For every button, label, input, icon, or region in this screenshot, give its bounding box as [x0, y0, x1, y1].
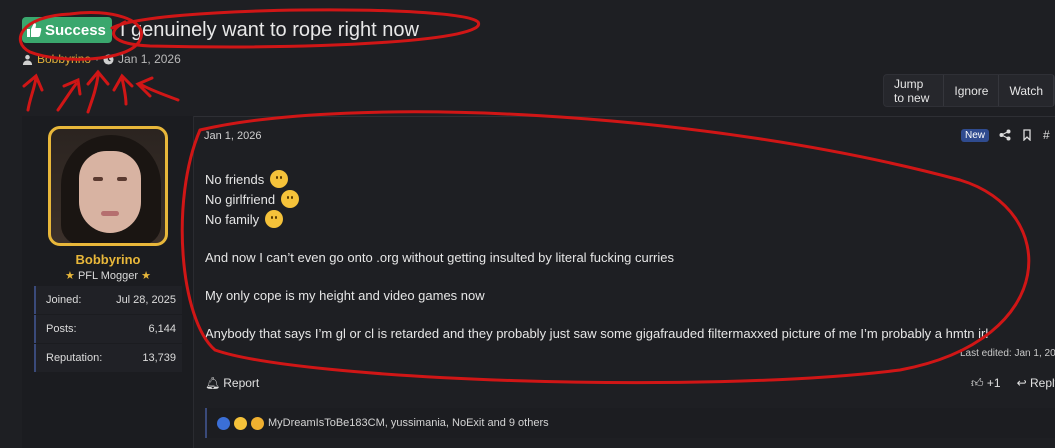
user-sidebar: Bobbyrino ★ PFL Mogger ★ Joined: Jul 28,… — [22, 116, 194, 448]
prefix-label: Success — [45, 21, 106, 39]
thread-date[interactable]: Jan 1, 2026 — [118, 52, 181, 66]
frown-emoji-icon — [264, 210, 283, 228]
reply-label: Reply — [1029, 376, 1055, 390]
star-icon: ★ — [65, 270, 75, 282]
permalink-icon[interactable]: # — [1043, 128, 1050, 142]
stat-value: 13,739 — [142, 352, 176, 364]
arrow-4 — [112, 73, 134, 106]
reactions-text[interactable]: MyDreamIsToBe183CM, yussimania, NoExit a… — [268, 417, 549, 429]
message-line: My only cope is my height and video game… — [205, 288, 485, 303]
frown-emoji-icon — [280, 190, 299, 208]
stat-posts: Posts: 6,144 — [34, 315, 182, 343]
like-button[interactable]: 👍︎ +1 — [971, 376, 1001, 391]
arrow-1 — [22, 73, 44, 112]
arrow-3 — [86, 69, 110, 114]
bell-icon: 🔔︎ — [205, 376, 221, 390]
meta-separator: · — [95, 52, 100, 66]
message-line: No girlfriend — [205, 192, 276, 207]
laugh-reaction-icon — [234, 416, 247, 430]
watch-button[interactable]: Watch — [999, 75, 1054, 106]
message-line: Anybody that says I’m gl or cl is retard… — [205, 326, 989, 341]
reactions-bar[interactable]: MyDreamIsToBe183CM, yussimania, NoExit a… — [205, 408, 1055, 438]
frown-emoji-icon — [269, 170, 288, 188]
stat-label: Posts: — [46, 323, 77, 335]
message-actions: 👍︎ +1 ↩ Reply — [971, 376, 1055, 391]
success-prefix-badge[interactable]: Success — [22, 17, 112, 43]
thread-title: I genuinely want to rope right now — [119, 18, 419, 41]
jump-to-new-button[interactable]: Jump to new — [884, 75, 945, 106]
user-icon — [22, 54, 33, 65]
star-icon: ★ — [141, 270, 151, 282]
last-edited: Last edited: Jan 1, 2026 — [960, 348, 1055, 359]
message-line: And now I can’t even go onto .org withou… — [205, 250, 674, 265]
thread-actions: Jump to new Ignore Watch — [883, 74, 1055, 107]
reply-icon: ↩ — [1016, 376, 1027, 390]
stat-value: Jul 28, 2025 — [116, 294, 176, 306]
stat-reputation: Reputation: 13,739 — [34, 344, 182, 372]
share-icon[interactable] — [999, 129, 1011, 141]
stat-value: 6,144 — [148, 323, 176, 335]
report-link[interactable]: 🔔︎ Report — [205, 376, 259, 390]
reply-button[interactable]: ↩ Reply — [1017, 376, 1055, 391]
clock-icon — [103, 53, 114, 65]
like-reaction-icon — [217, 416, 230, 430]
arrow-5 — [135, 76, 180, 102]
message: Jan 1, 2026 New # No friends No girlfrie… — [195, 116, 1055, 448]
sad-reaction-icon — [251, 416, 264, 430]
message-line: No friends — [205, 172, 265, 187]
avatar[interactable] — [48, 126, 168, 246]
stat-label: Reputation: — [46, 352, 103, 364]
message-line: No family — [205, 212, 260, 227]
like-count: +1 — [986, 376, 1001, 390]
message-body: No friends No girlfriend No family And n… — [205, 170, 1055, 344]
user-stats: Joined: Jul 28, 2025 Posts: 6,144 Reputa… — [34, 286, 182, 373]
thumbs-up-icon: 👍︎ — [971, 376, 984, 390]
message-date[interactable]: Jan 1, 2026 — [204, 130, 262, 142]
thread-header: Success I genuinely want to rope right n… — [22, 16, 419, 66]
stat-joined: Joined: Jul 28, 2025 — [34, 286, 182, 314]
message-tools: New # — [961, 128, 1050, 142]
stat-label: Joined: — [46, 294, 82, 306]
user-title: ★ PFL Mogger ★ — [22, 269, 194, 282]
post-username[interactable]: Bobbyrino — [22, 252, 194, 267]
ignore-button[interactable]: Ignore — [944, 75, 1000, 106]
bookmark-icon[interactable] — [1021, 129, 1033, 141]
report-label: Report — [223, 376, 260, 390]
arrow-2 — [56, 77, 82, 112]
user-title-label: PFL Mogger — [77, 270, 139, 282]
thumbs-up-icon — [27, 23, 42, 37]
thread-author-link[interactable]: Bobbyrino — [37, 52, 91, 66]
new-badge: New — [961, 128, 990, 142]
